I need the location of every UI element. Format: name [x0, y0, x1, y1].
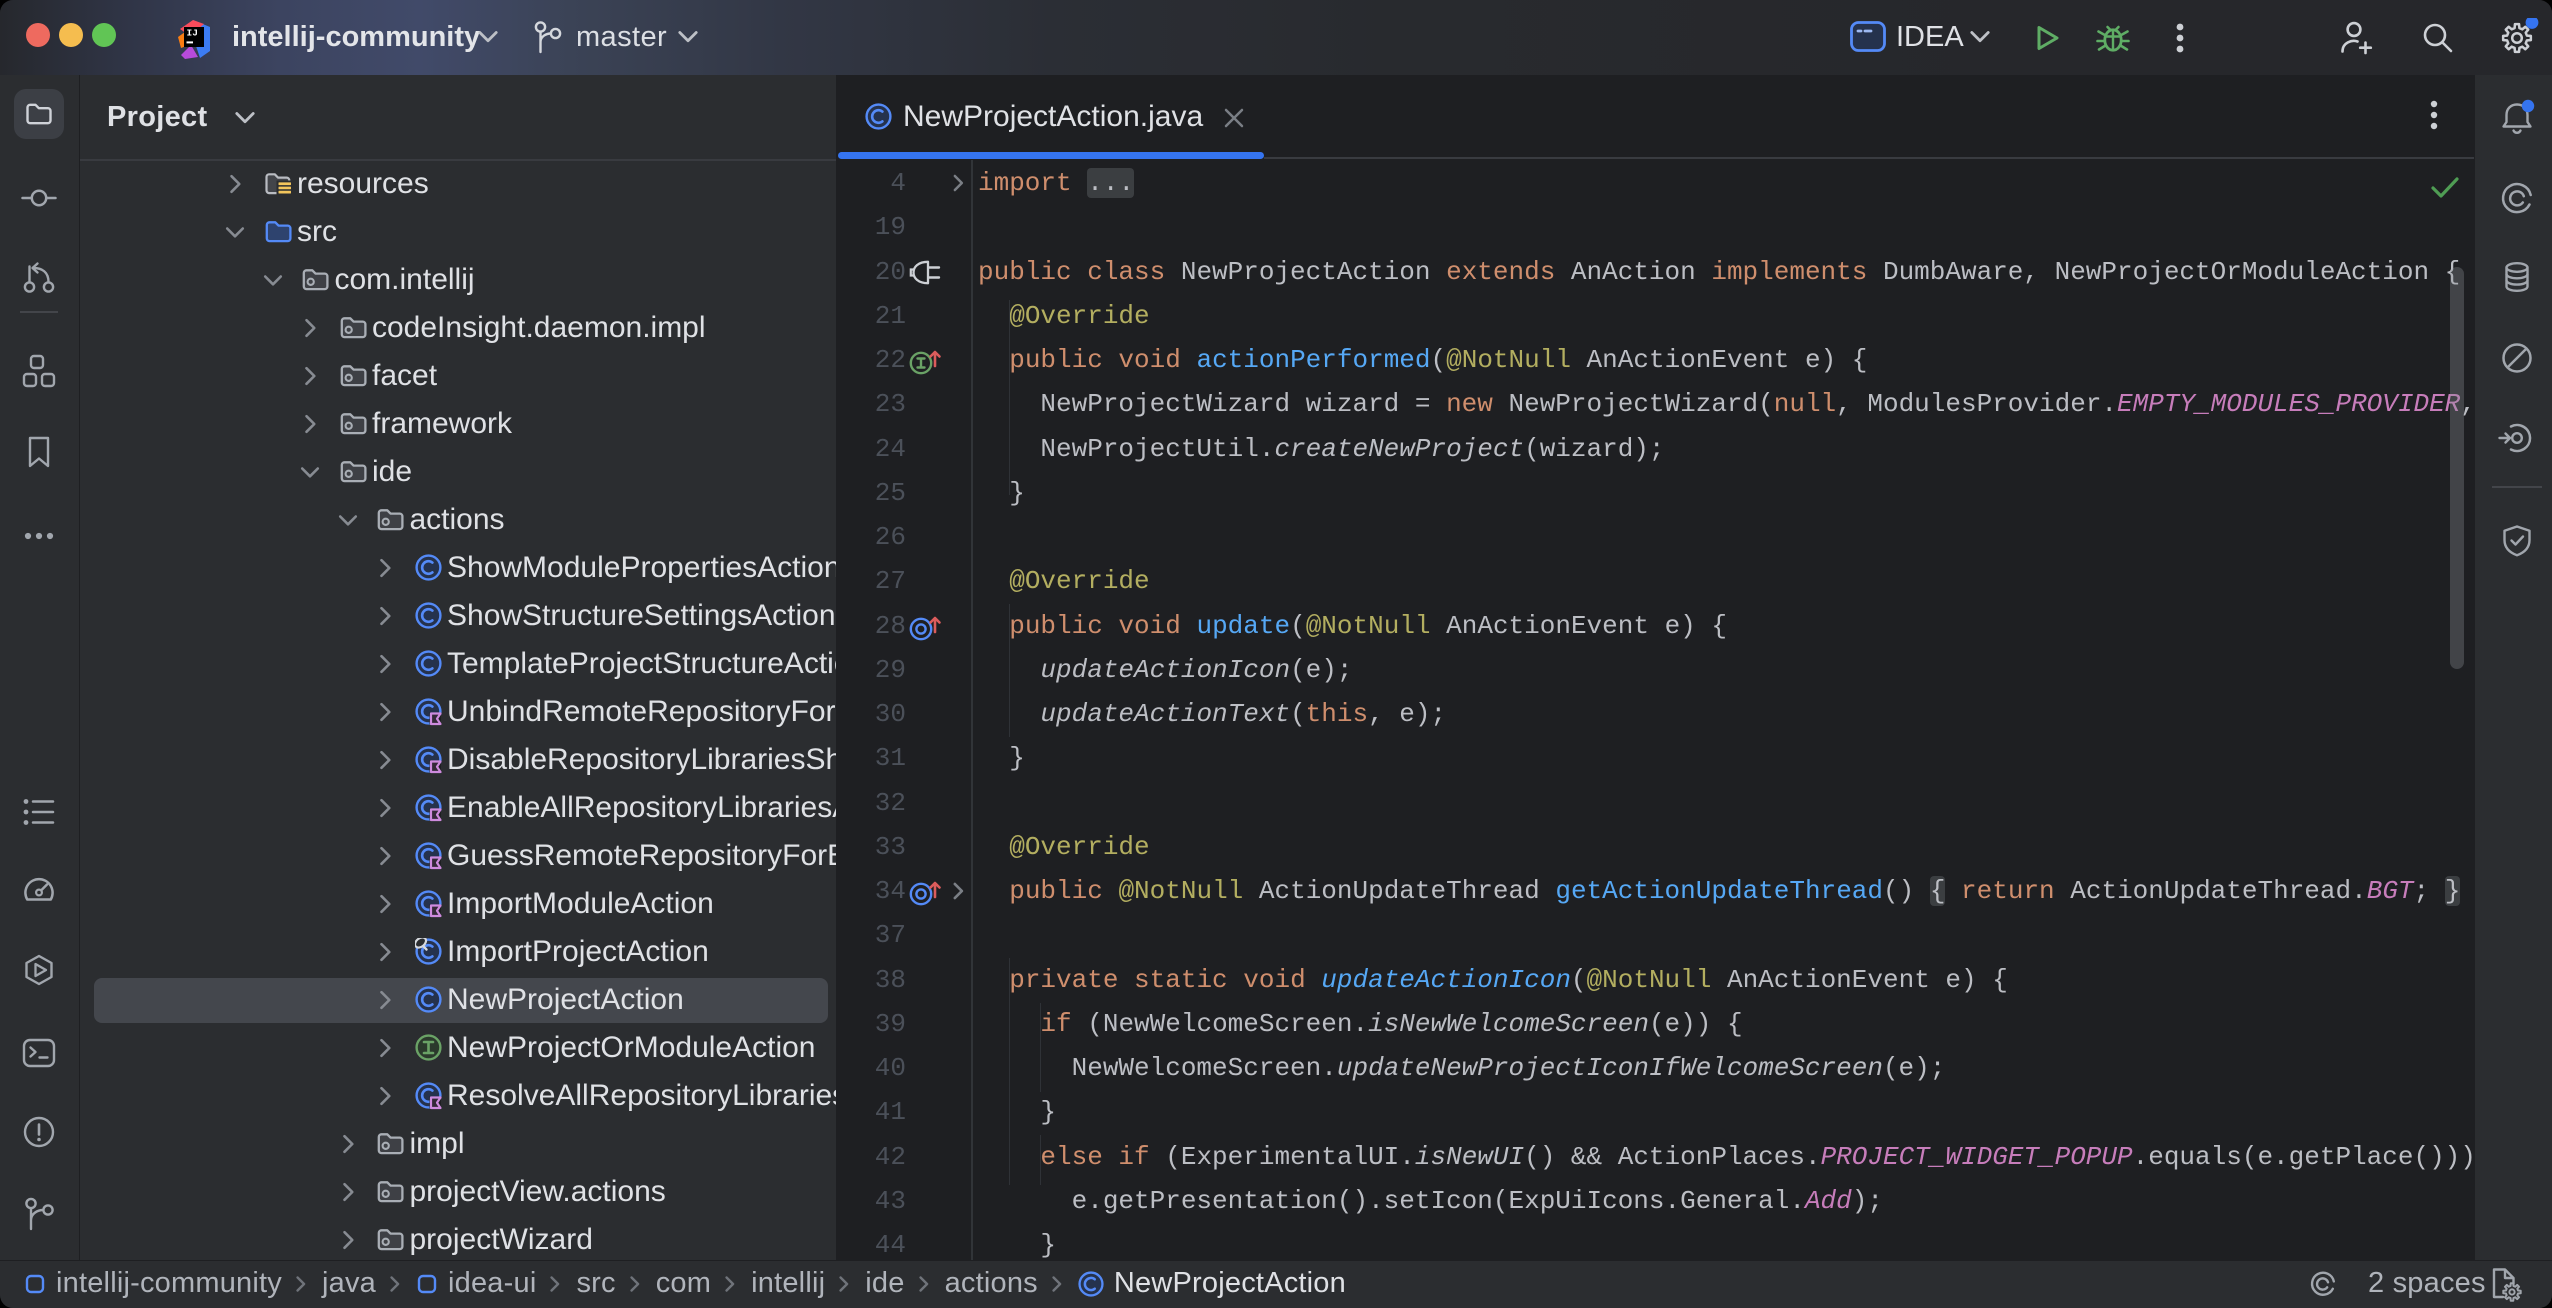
- svg-text:IJ: IJ: [187, 28, 198, 39]
